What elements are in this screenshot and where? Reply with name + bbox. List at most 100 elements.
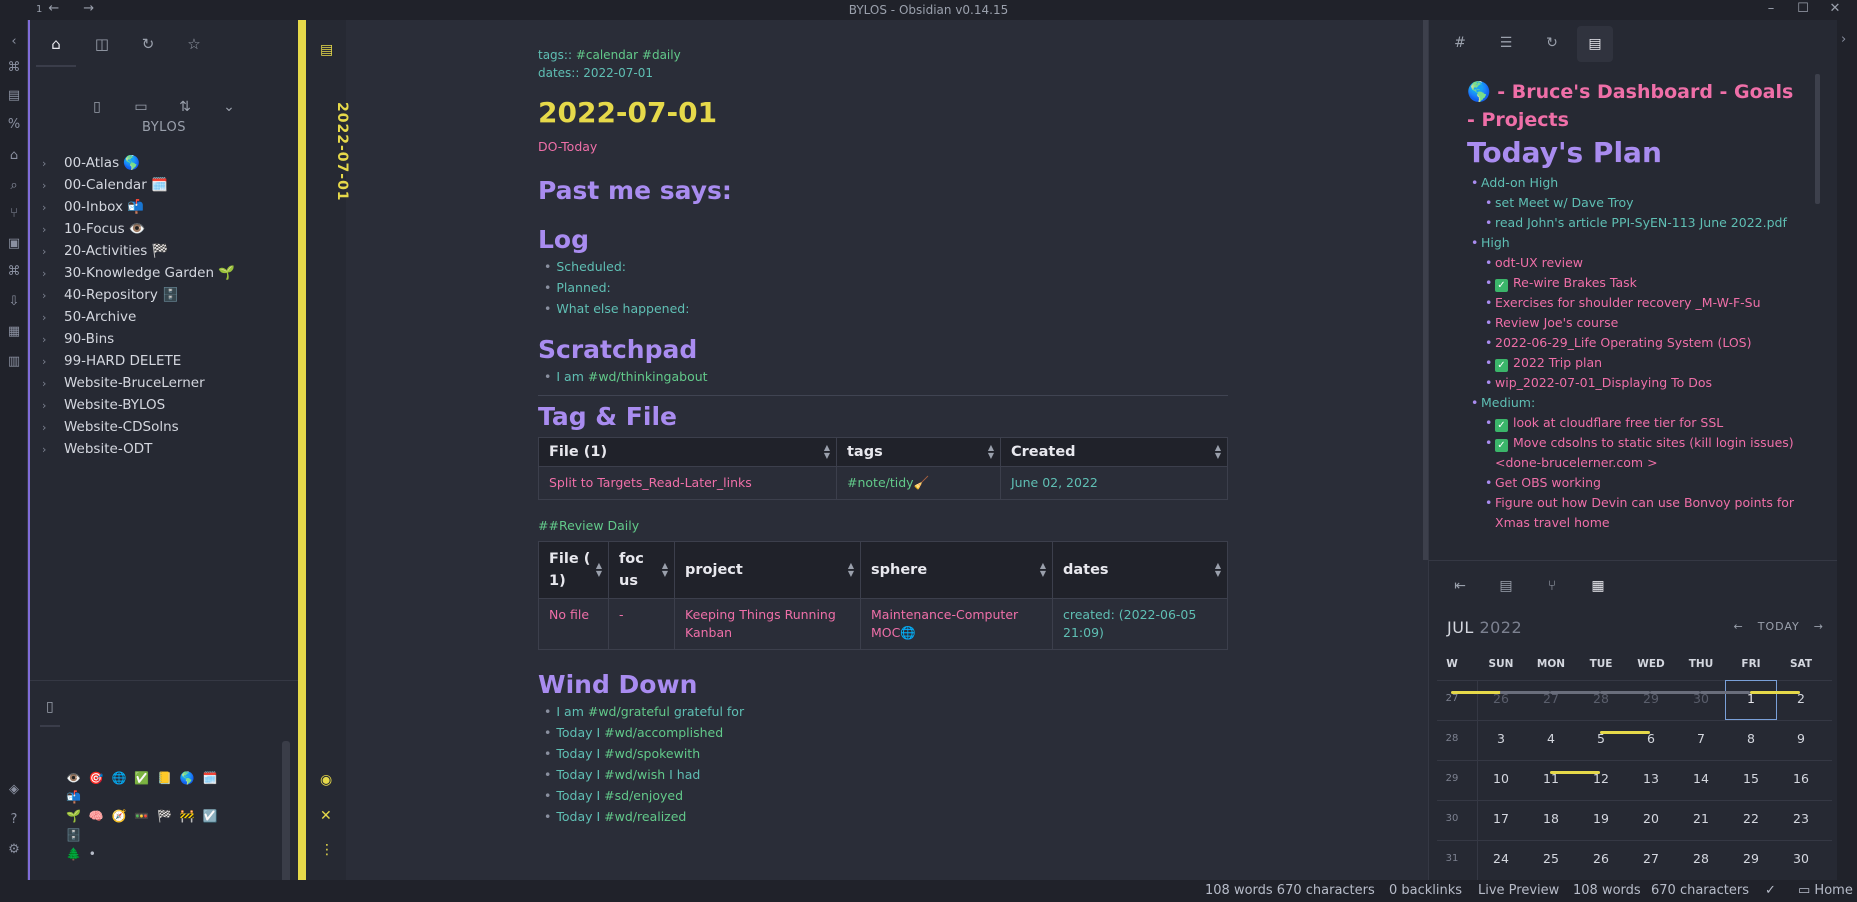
sync-check-icon[interactable]: ✓ <box>1765 883 1776 898</box>
editor-mode[interactable]: Live Preview <box>1478 883 1559 898</box>
maximize-icon[interactable]: ☐ <box>1787 1 1819 16</box>
calendar-day[interactable]: 24 <box>1476 851 1526 866</box>
folder-item[interactable]: › 00-Inbox 📬 <box>30 196 298 218</box>
folder-item[interactable]: › 20-Activities 🏁 <box>30 240 298 262</box>
layout-icon[interactable]: ▦ <box>4 322 24 342</box>
task-item[interactable]: ✓ look at cloudflare free tier for SSL <box>1467 413 1807 433</box>
calendar-day[interactable]: 13 <box>1626 771 1676 786</box>
calendar-day[interactable]: 30 <box>1776 851 1826 866</box>
star-icon[interactable]: ☆ <box>182 32 206 56</box>
tag-link[interactable]: #wd/spokewith <box>604 746 700 761</box>
sort-icon[interactable]: ▲ ▼ <box>662 562 668 578</box>
recent-icon[interactable]: ↻ <box>136 32 160 56</box>
week-number[interactable]: 31 <box>1427 853 1477 864</box>
sort-icon[interactable]: ▲ ▼ <box>1215 444 1221 460</box>
calendar-day[interactable]: 14 <box>1676 771 1726 786</box>
tag-link[interactable]: #wd/thinkingabout <box>588 369 708 384</box>
chevron-right-icon[interactable]: › <box>42 329 64 351</box>
column-header[interactable]: Created ▲ ▼ <box>1000 437 1228 467</box>
calendar-day[interactable]: 27 <box>1626 851 1676 866</box>
doc-icon[interactable]: ▤ <box>1495 575 1517 597</box>
calendar-day[interactable]: 28 <box>1676 851 1726 866</box>
tag-icon[interactable]: # <box>1449 32 1471 54</box>
chevron-right-icon[interactable]: › <box>42 153 64 175</box>
new-note-icon[interactable]: ▯ <box>86 96 108 118</box>
tag-link[interactable]: #wd/accomplished <box>604 725 723 740</box>
column-header[interactable]: File (1) ▲ ▼ <box>538 437 837 467</box>
import-icon[interactable]: ⇩ <box>4 292 24 312</box>
chevron-right-icon[interactable]: › <box>42 241 64 263</box>
calendar-day[interactable]: 16 <box>1776 771 1826 786</box>
chevron-right-icon[interactable]: › <box>42 373 64 395</box>
task-item[interactable]: Review Joe's course <box>1467 313 1807 333</box>
file-search-icon[interactable]: ◫ <box>90 32 114 56</box>
calendar-day[interactable]: 10 <box>1476 771 1526 786</box>
meta-tags-value[interactable]: #calendar #daily <box>576 48 681 62</box>
folder-item[interactable]: › Website-ODT <box>30 438 298 460</box>
outline-icon[interactable]: ▤ <box>4 86 24 106</box>
chevron-right-icon[interactable]: › <box>42 395 64 417</box>
sort-icon[interactable]: ▲ ▼ <box>848 562 854 578</box>
tag-link[interactable]: #wd/grateful <box>588 704 670 719</box>
week-number[interactable]: 27 <box>1427 693 1477 704</box>
doc-icon[interactable]: ▯ <box>40 699 60 727</box>
chevron-right-icon[interactable]: › <box>42 417 64 439</box>
home-icon[interactable]: ⌂ <box>4 146 24 166</box>
folder-item[interactable]: › 40-Repository 🗄️ <box>30 284 298 306</box>
sort-icon[interactable]: ▲ ▼ <box>1215 562 1221 578</box>
tag-link[interactable]: #wd/wish <box>604 767 665 782</box>
chevron-right-icon[interactable]: › <box>42 285 64 307</box>
column-header[interactable]: tags ▲ ▼ <box>836 437 1001 467</box>
doc-icon[interactable]: ▤ <box>1577 26 1613 62</box>
new-folder-icon[interactable]: ▭ <box>130 96 152 118</box>
column-header[interactable]: dates ▲ ▼ <box>1052 541 1228 599</box>
do-today-link[interactable]: DO-Today <box>538 139 1228 154</box>
calendar-day[interactable]: 25 <box>1526 851 1576 866</box>
folder-item[interactable]: › 50-Archive <box>30 306 298 328</box>
help-icon[interactable]: ? <box>4 810 24 830</box>
calendar-day[interactable]: 4 <box>1526 731 1576 746</box>
gallery-icon[interactable]: ▣ <box>4 234 24 254</box>
calendar-day[interactable]: 17 <box>1476 811 1526 826</box>
settings-icon[interactable]: ⚙ <box>4 840 24 860</box>
graph-icon[interactable]: ⌘ <box>4 58 24 78</box>
calendar-icon[interactable]: ▦ <box>1587 575 1609 597</box>
folder-item[interactable]: › Website-CDSolns <box>30 416 298 438</box>
collapse-left-icon[interactable]: ‹ <box>4 32 24 52</box>
sphere-link[interactable]: Maintenance-Computer MOC🌐 <box>860 598 1053 650</box>
task-item[interactable]: odt-UX review <box>1467 253 1807 273</box>
task-item[interactable]: ✓Move cdsolns to static sites (kill logi… <box>1467 433 1807 473</box>
column-header[interactable]: sphere ▲ ▼ <box>860 541 1053 599</box>
checkbox-icon[interactable]: ✓ <box>1495 359 1508 372</box>
calendar-day[interactable]: 21 <box>1676 811 1726 826</box>
folder-item[interactable]: › 00-Calendar 🗓️ <box>30 174 298 196</box>
scrollbar[interactable] <box>282 741 290 891</box>
chevron-right-icon[interactable]: › <box>42 197 64 219</box>
checkbox-icon[interactable]: ✓ <box>1495 439 1508 452</box>
home-icon[interactable]: ⌂ <box>36 32 76 67</box>
eye-icon[interactable]: ◉ <box>320 772 332 788</box>
file-link[interactable]: Split to Targets_Read-Later_links <box>538 466 837 500</box>
calendar-day[interactable]: 8 <box>1726 731 1776 746</box>
calendar-day[interactable]: 29 <box>1726 851 1776 866</box>
chevron-right-icon[interactable]: › <box>42 351 64 373</box>
folder-item[interactable]: › 30-Knowledge Garden 🌱 <box>30 262 298 284</box>
command-icon[interactable]: ⌘ <box>4 262 24 282</box>
calendar-icon[interactable]: ▥ <box>4 352 24 372</box>
folder-item[interactable]: › 00-Atlas 🌎 <box>30 152 298 174</box>
graph-icon[interactable]: ⑂ <box>1541 575 1563 597</box>
chevron-right-icon[interactable]: › <box>42 263 64 285</box>
column-header[interactable]: project ▲ ▼ <box>674 541 861 599</box>
calendar-day[interactable]: 26 <box>1576 851 1626 866</box>
sort-icon[interactable]: ▲ ▼ <box>824 444 830 460</box>
more-icon[interactable]: ⋮ <box>320 842 334 858</box>
prev-month-icon[interactable]: ← <box>1734 620 1744 633</box>
calendar-day[interactable]: 18 <box>1526 811 1576 826</box>
folder-item[interactable]: › Website-BruceLerner <box>30 372 298 394</box>
code-icon[interactable]: % <box>4 115 24 135</box>
vault-icon[interactable]: ◈ <box>4 780 24 800</box>
tag-link[interactable]: #note/tidy🧹 <box>836 466 1001 500</box>
folder-item[interactable]: › 99-HARD DELETE <box>30 350 298 372</box>
backlinks-count[interactable]: 0 backlinks <box>1389 883 1462 898</box>
task-item[interactable]: ✓ 2022 Trip plan <box>1467 353 1807 373</box>
